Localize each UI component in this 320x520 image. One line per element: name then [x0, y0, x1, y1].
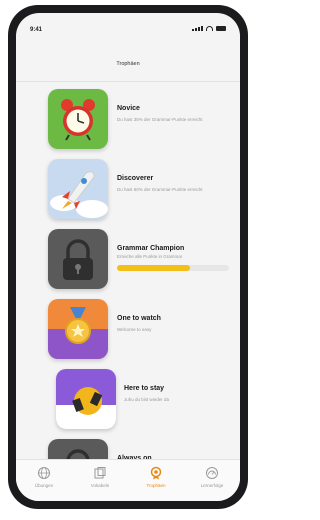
tab-lernerfolge[interactable]: Lernerfolge: [184, 460, 240, 501]
trophy-thumb-novice: [48, 89, 108, 149]
status-bar: 9:41: [16, 13, 240, 45]
tab-label: Übungen: [34, 483, 54, 488]
tab-uebungen[interactable]: Übungen: [16, 460, 72, 501]
trophy-thumb-discoverer: [48, 159, 108, 219]
cards-icon: [94, 467, 106, 479]
app-screen: 9:41 Trophäen Novice Du hast 35% der Gra…: [16, 13, 240, 501]
padlock-icon: [48, 229, 108, 289]
phone-frame: 9:41 Trophäen Novice Du hast 35% der Gra…: [8, 5, 248, 509]
trophy-row-one-to-watch[interactable]: One to watch Welcome to easy: [16, 299, 240, 365]
trophy-thumb-here-to-stay: [56, 369, 116, 429]
trophy-description: Welcome to easy: [117, 327, 152, 332]
tab-vokabeln[interactable]: Vokabeln: [72, 460, 128, 501]
trophy-row-discoverer[interactable]: Discoverer Du hast 60% der Grammar-Punkt…: [16, 159, 240, 225]
trophy-progress-fill: [117, 265, 190, 271]
rocket-icon: [48, 159, 108, 219]
trophy-title: Novice: [117, 105, 140, 112]
status-time: 9:41: [30, 27, 43, 33]
bottom-tab-bar: Übungen Vokabeln Trophäen Lernerfolge: [16, 459, 240, 501]
trophy-title: Here to stay: [124, 385, 165, 392]
sticker-icon: [56, 369, 116, 429]
trophy-row-grammar-champion[interactable]: Grammar Champion Erreiche alle Punkte in…: [16, 229, 240, 295]
header-divider: [16, 81, 240, 82]
page-title: Trophäen: [116, 61, 140, 67]
alarm-clock-icon: [48, 89, 108, 149]
gauge-icon: [206, 467, 218, 479]
battery-icon: [216, 26, 226, 31]
trophy-description: Du hast 60% der Grammar-Punkte erreicht: [117, 187, 203, 192]
tab-trophaeen[interactable]: Trophäen: [128, 460, 184, 501]
trophy-icon: [150, 466, 162, 480]
tab-label: Lernerfolge: [200, 483, 224, 488]
signal-icon: [192, 26, 203, 31]
trophy-title: Discoverer: [117, 175, 154, 182]
trophy-title: Grammar Champion: [117, 245, 185, 252]
globe-icon: [38, 467, 50, 479]
trophy-thumb-one-to-watch: [48, 299, 108, 359]
medal-icon: [48, 299, 108, 359]
trophy-description: Du hast 35% der Grammar-Punkte erreicht: [117, 117, 203, 122]
trophy-progress-bar: [117, 265, 229, 271]
status-icons: [192, 26, 226, 31]
tab-label: Vokabeln: [90, 483, 110, 488]
trophy-description: Juhu du bist wieder da: [124, 397, 170, 402]
trophy-thumb-grammar-champion: [48, 229, 108, 289]
wifi-icon: [206, 26, 213, 31]
trophy-row-novice[interactable]: Novice Du hast 35% der Grammar-Punkte er…: [16, 89, 240, 155]
tab-label: Trophäen: [146, 483, 166, 488]
trophy-title: One to watch: [117, 315, 161, 322]
trophy-row-here-to-stay[interactable]: Here to stay Juhu du bist wieder da: [16, 369, 240, 435]
trophy-description: Erreiche alle Punkte in Grammar: [117, 254, 183, 259]
